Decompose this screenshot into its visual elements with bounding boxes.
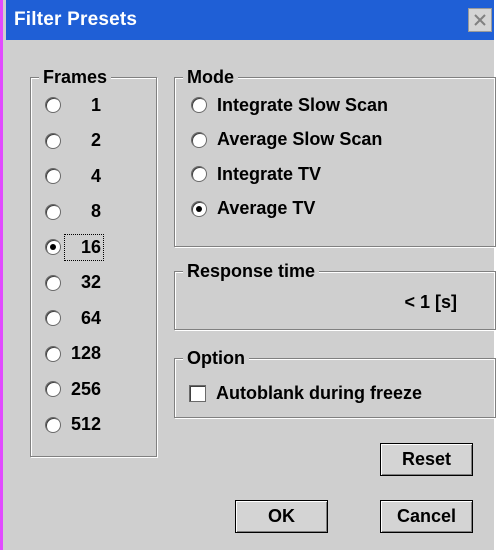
frames-option-label: 512 (70, 414, 101, 434)
frames-option-512[interactable]: 512 (45, 412, 101, 438)
frames-radio[interactable] (45, 310, 61, 326)
mode-option-label: Average TV (217, 198, 316, 218)
frames-option-label: 16 (64, 233, 104, 261)
mode-option-label: Integrate TV (217, 163, 322, 184)
autoblank-label: Autoblank during freeze (216, 382, 423, 403)
frames-option-128[interactable]: 128 (45, 341, 101, 367)
title-bar[interactable]: Filter Presets (6, 0, 494, 40)
mode-group-label: Mode (183, 66, 238, 88)
frames-radio[interactable] (45, 239, 61, 255)
mode-radio[interactable] (191, 131, 207, 148)
frames-group: Frames 1 2 4 8 16 32 64 128 256 512 (30, 66, 157, 457)
frames-option-16[interactable]: 16 (45, 233, 104, 261)
frames-option-label: 128 (70, 343, 101, 363)
filter-presets-dialog: Filter Presets Frames 1 2 4 8 16 32 64 128 256 51… (0, 0, 496, 550)
close-button[interactable] (468, 8, 492, 32)
frames-option-256[interactable]: 256 (45, 376, 101, 402)
frames-option-label: 2 (90, 130, 101, 150)
frames-option-label: 8 (90, 201, 101, 221)
frames-option-32[interactable]: 32 (45, 270, 101, 296)
frames-option-1[interactable]: 1 (45, 92, 101, 118)
reset-button[interactable]: Reset (380, 443, 473, 476)
option-group-label: Option (183, 347, 249, 369)
response-time-group: Response time < 1 [s] (174, 260, 496, 330)
frames-option-label: 32 (80, 272, 101, 292)
ok-button[interactable]: OK (235, 500, 328, 533)
frames-radio[interactable] (45, 274, 61, 291)
frames-radio[interactable] (45, 132, 61, 149)
response-time-value: < 1 [s] (404, 292, 457, 312)
mode-radio[interactable] (191, 166, 207, 182)
frames-radio[interactable] (45, 345, 61, 362)
mode-group: Mode Integrate Slow Scan Average Slow Sca… (174, 66, 496, 247)
option-group: Option Autoblank during freeze (174, 347, 496, 418)
frames-option-label: 4 (90, 165, 101, 186)
frames-radio[interactable] (45, 97, 61, 113)
frames-option-4[interactable]: 4 (45, 163, 101, 189)
frames-option-label: 1 (90, 94, 101, 115)
window-title: Filter Presets (14, 9, 138, 30)
frames-radio[interactable] (45, 168, 61, 184)
mode-option-integrate-slow-scan[interactable]: Integrate Slow Scan (191, 92, 388, 118)
response-time-label: Response time (183, 260, 320, 282)
frames-option-8[interactable]: 8 (45, 199, 101, 225)
mode-option-average-slow-scan[interactable]: Average Slow Scan (191, 127, 382, 153)
mode-radio[interactable] (191, 97, 207, 113)
mode-option-average-tv[interactable]: Average TV (191, 196, 315, 222)
mode-option-integrate-tv[interactable]: Integrate TV (191, 161, 321, 187)
frames-radio[interactable] (45, 381, 61, 397)
mode-option-label: Integrate Slow Scan (217, 94, 389, 115)
mode-option-label: Average Slow Scan (217, 129, 383, 149)
autoblank-checkbox[interactable] (189, 384, 206, 402)
frames-radio[interactable] (45, 203, 61, 220)
close-icon (474, 14, 486, 26)
frames-group-label: Frames (39, 66, 112, 88)
cancel-button[interactable]: Cancel (380, 500, 473, 533)
frames-option-2[interactable]: 2 (45, 128, 101, 154)
mode-radio[interactable] (191, 200, 207, 217)
autoblank-checkbox-row[interactable]: Autoblank during freeze (189, 380, 422, 406)
frames-option-64[interactable]: 64 (45, 305, 101, 331)
frames-radio[interactable] (45, 416, 61, 433)
frames-option-label: 256 (70, 378, 101, 399)
frames-option-label: 64 (80, 307, 101, 328)
dialog-content: Frames 1 2 4 8 16 32 64 128 256 512 Mode Integrat… (6, 40, 496, 550)
